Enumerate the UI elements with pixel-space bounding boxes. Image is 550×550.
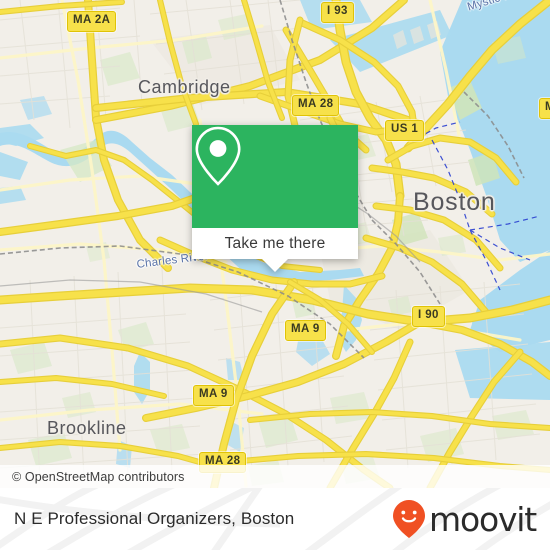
highway-shield-us-1: US 1 — [385, 120, 425, 141]
popup-pointer — [262, 259, 288, 272]
highway-shield-i-90: I 90 — [412, 306, 445, 327]
place-title: N E Professional Organizers, Boston — [14, 509, 295, 528]
screenshot-root: .w { fill:#aadaf0; } .grn { fill:#d6e8c4… — [0, 0, 550, 550]
osm-attribution-text: © OpenStreetMap contributors — [12, 469, 185, 484]
highway-shield-ma-9-west: MA 9 — [193, 385, 234, 406]
moovit-smiley-pin-icon — [393, 500, 426, 538]
map-pin-icon — [195, 126, 241, 186]
highway-shield-ma-2a: MA 2A — [67, 11, 117, 32]
take-me-there-label: Take me there — [224, 234, 326, 252]
moovit-wordmark: moovit — [429, 499, 537, 539]
highway-shield-ma-28-north: MA 28 — [292, 95, 340, 116]
popup-header — [192, 125, 358, 228]
moovit-brand[interactable]: moovit — [392, 499, 537, 539]
highway-shield-i-93: I 93 — [321, 2, 354, 23]
highway-shield-edge-right: M — [539, 98, 550, 119]
footer-bar: N E Professional Organizers, Boston moov… — [0, 488, 550, 550]
take-me-there-popup[interactable]: Take me there — [192, 125, 358, 272]
highway-shield-ma-9-east: MA 9 — [285, 320, 326, 341]
map-attribution-bar: © OpenStreetMap contributors — [0, 465, 550, 488]
popup-action-bar[interactable]: Take me there — [192, 228, 358, 259]
map-canvas[interactable]: .w { fill:#aadaf0; } .grn { fill:#d6e8c4… — [0, 0, 550, 488]
